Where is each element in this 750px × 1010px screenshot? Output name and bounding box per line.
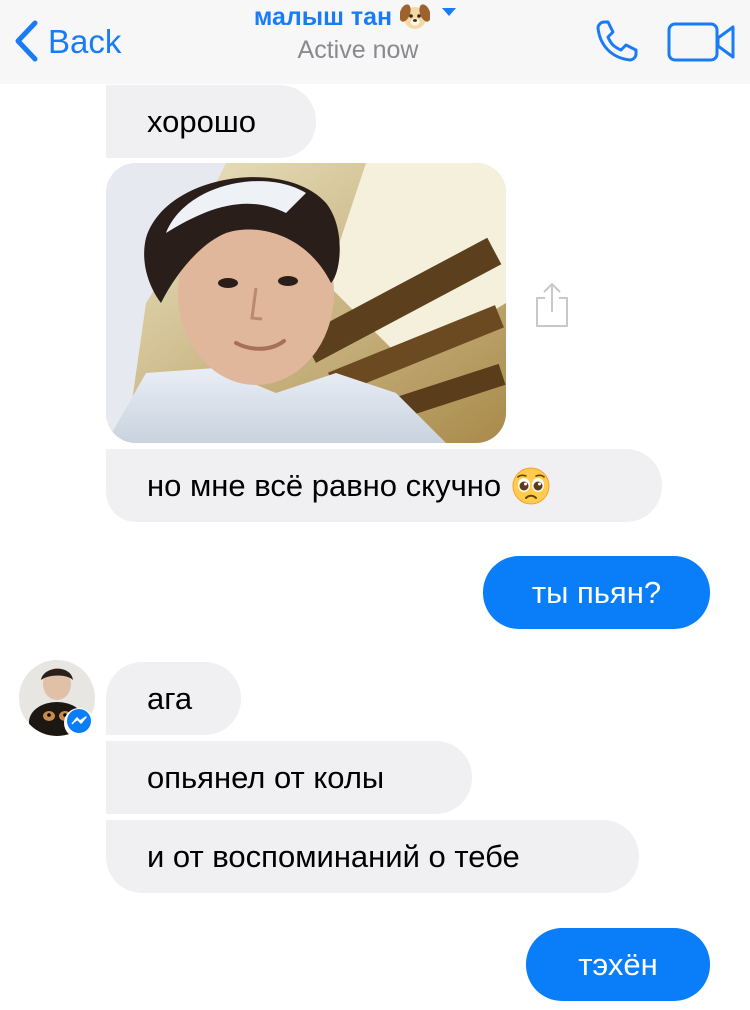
- dog-face-emoji-icon: [399, 3, 431, 31]
- messenger-icon: [66, 708, 92, 739]
- active-status: Active now: [297, 36, 419, 64]
- phone-icon: [592, 20, 642, 70]
- chat-header: Back малыш тан Active now: [0, 0, 750, 84]
- pleading-face-emoji-icon: [511, 466, 551, 506]
- incoming-message[interactable]: ага: [106, 662, 241, 735]
- outgoing-message[interactable]: ты пьян?: [483, 556, 710, 629]
- message-text: хорошо: [147, 104, 256, 139]
- caret-down-icon: [442, 8, 457, 16]
- outgoing-message[interactable]: тэхён: [526, 928, 710, 1001]
- conversation-title-area: малыш тан Active now: [200, 2, 510, 67]
- video-camera-icon: [667, 22, 737, 68]
- share-icon: [533, 282, 571, 332]
- share-button[interactable]: [533, 282, 571, 328]
- message-text: ты пьян?: [531, 575, 662, 610]
- call-button[interactable]: [592, 16, 642, 66]
- message-text: опьянел от колы: [147, 760, 385, 795]
- message-text: но мне всё равно скучно: [147, 468, 502, 503]
- message-text: и от воспоминаний о тебе: [147, 839, 520, 874]
- shared-photo[interactable]: [106, 163, 506, 443]
- message-text: тэхён: [578, 947, 658, 982]
- incoming-message[interactable]: но мне всё равно скучно: [106, 449, 662, 522]
- incoming-message[interactable]: хорошо: [106, 85, 316, 158]
- contact-name-dropdown[interactable]: малыш тан: [200, 2, 510, 32]
- incoming-message[interactable]: и от воспоминаний о тебе: [106, 820, 639, 893]
- message-text: ага: [147, 681, 193, 716]
- contact-name: малыш тан: [253, 2, 393, 31]
- video-call-button[interactable]: [667, 20, 737, 64]
- back-label: Back: [48, 22, 122, 60]
- incoming-message[interactable]: опьянел от колы: [106, 741, 472, 814]
- messenger-badge: [64, 708, 94, 738]
- chevron-left-icon: [14, 20, 38, 62]
- back-button[interactable]: Back: [14, 18, 121, 64]
